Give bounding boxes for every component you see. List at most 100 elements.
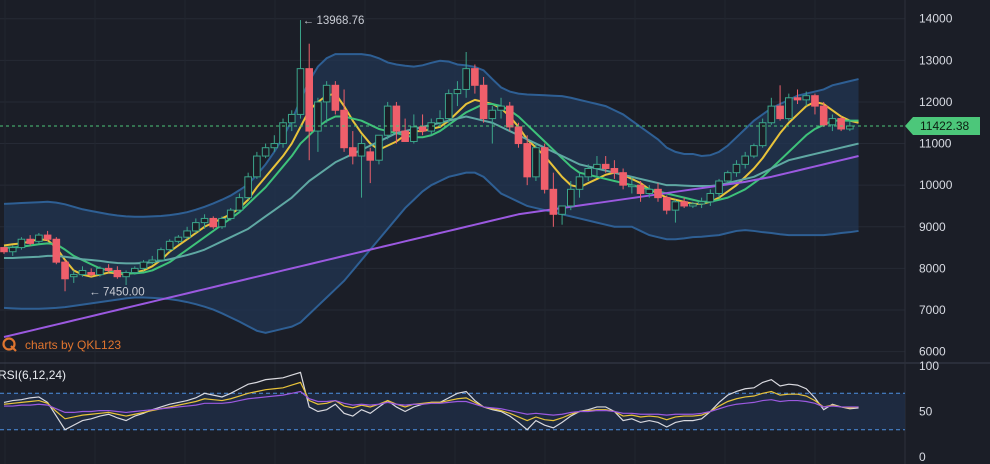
candle-body bbox=[610, 168, 619, 174]
candle-body bbox=[87, 272, 96, 276]
candle bbox=[514, 122, 523, 148]
candle bbox=[296, 20, 305, 119]
candle-body bbox=[741, 155, 750, 165]
price-chart[interactable]: 6000 7000 8000 9000 10000 11000 12000 13000 1400… bbox=[0, 0, 990, 464]
candle bbox=[505, 101, 514, 132]
candle-body bbox=[811, 95, 819, 107]
candle bbox=[532, 143, 540, 181]
price-tick-label: 11000 bbox=[919, 137, 952, 151]
rsi-tick-label: 0 bbox=[919, 450, 926, 464]
candle-body bbox=[662, 197, 671, 211]
candle-body bbox=[174, 236, 183, 242]
low-marker-arrow-icon: ← bbox=[89, 286, 101, 298]
candle-body bbox=[532, 147, 540, 178]
candle bbox=[157, 247, 165, 263]
candle-body bbox=[689, 203, 697, 207]
candle-body bbox=[837, 118, 845, 130]
candle-body bbox=[200, 217, 209, 224]
candle-body bbox=[148, 259, 157, 263]
candle-body bbox=[776, 105, 784, 120]
candle bbox=[375, 134, 383, 165]
candle-body bbox=[104, 267, 113, 271]
candle bbox=[218, 216, 226, 229]
candle-body bbox=[401, 130, 409, 142]
candle-body bbox=[340, 109, 348, 149]
candle bbox=[253, 151, 261, 179]
candle-body bbox=[601, 163, 610, 170]
candle-body bbox=[523, 143, 532, 178]
candle-body bbox=[593, 163, 601, 170]
candle-body bbox=[331, 84, 340, 111]
candle-body bbox=[26, 238, 34, 244]
candle-body bbox=[52, 238, 61, 263]
candle bbox=[444, 89, 453, 123]
candle-body bbox=[305, 68, 313, 132]
candle bbox=[540, 143, 549, 194]
candle bbox=[750, 143, 758, 159]
candle-body bbox=[43, 234, 52, 240]
last-price-badge: 11422.38 bbox=[905, 116, 980, 135]
candle-body bbox=[244, 176, 252, 199]
candle-body bbox=[157, 249, 165, 261]
price-axis: 6000 7000 8000 9000 10000 11000 12000 13000 1400… bbox=[919, 12, 953, 359]
candle-body bbox=[61, 261, 69, 280]
candle bbox=[244, 172, 252, 200]
low-marker-label: 7450.00 bbox=[103, 286, 145, 298]
candle-body bbox=[558, 205, 566, 215]
watermark-text: charts by QKL123 bbox=[25, 338, 121, 352]
candle-body bbox=[828, 118, 837, 126]
candle-body bbox=[462, 68, 470, 90]
high-marker-arrow-icon: ← bbox=[302, 15, 314, 27]
candle-body bbox=[366, 151, 375, 161]
candle-body bbox=[78, 269, 87, 276]
candle-body bbox=[767, 105, 776, 124]
high-marker-label: 13968.76 bbox=[316, 15, 364, 27]
candle-body bbox=[514, 126, 523, 145]
price-tick-label: 10000 bbox=[919, 178, 953, 192]
candle-body bbox=[671, 201, 680, 211]
candle-body bbox=[226, 209, 235, 219]
candle-body bbox=[444, 93, 453, 120]
candle-body bbox=[183, 230, 191, 238]
candle bbox=[383, 101, 392, 140]
candle-body bbox=[287, 113, 296, 124]
price-tick-label: 6000 bbox=[919, 345, 946, 359]
candle-body bbox=[697, 201, 706, 205]
candle-body bbox=[139, 261, 148, 269]
candle-body bbox=[69, 274, 78, 278]
candle bbox=[17, 237, 26, 250]
candle-body bbox=[296, 68, 305, 115]
price-tick-label: 7000 bbox=[919, 303, 946, 317]
candle-body bbox=[392, 105, 401, 132]
candle bbox=[723, 170, 732, 184]
candle-body bbox=[427, 122, 436, 132]
candle-body bbox=[654, 188, 662, 199]
candle-body bbox=[732, 163, 741, 174]
price-tick-label: 9000 bbox=[919, 220, 946, 234]
candle-body bbox=[706, 192, 715, 203]
candle-body bbox=[357, 143, 366, 157]
rsi-title: RSI(6,12,24) bbox=[0, 368, 66, 382]
candle-body bbox=[235, 197, 244, 211]
candle-body bbox=[488, 109, 497, 120]
candle bbox=[52, 237, 61, 265]
candle-body bbox=[253, 155, 261, 178]
candle-body bbox=[505, 105, 514, 128]
candle-body bbox=[35, 234, 43, 242]
candle-body bbox=[750, 145, 758, 157]
candle-body bbox=[349, 147, 357, 157]
candle-body bbox=[540, 147, 549, 190]
candle bbox=[837, 116, 845, 132]
candle-body bbox=[715, 180, 723, 194]
candle-body bbox=[680, 201, 688, 207]
candle-body bbox=[819, 105, 828, 126]
candle-body bbox=[628, 184, 636, 188]
candle-body bbox=[479, 84, 488, 120]
candle-body bbox=[793, 97, 802, 101]
candle bbox=[785, 93, 793, 121]
rsi-tick-label: 50 bbox=[919, 405, 933, 419]
candle-body bbox=[17, 238, 26, 249]
high-marker: ← 13968.76 bbox=[302, 15, 364, 27]
candle-body bbox=[261, 147, 270, 157]
candle-body bbox=[375, 134, 383, 161]
